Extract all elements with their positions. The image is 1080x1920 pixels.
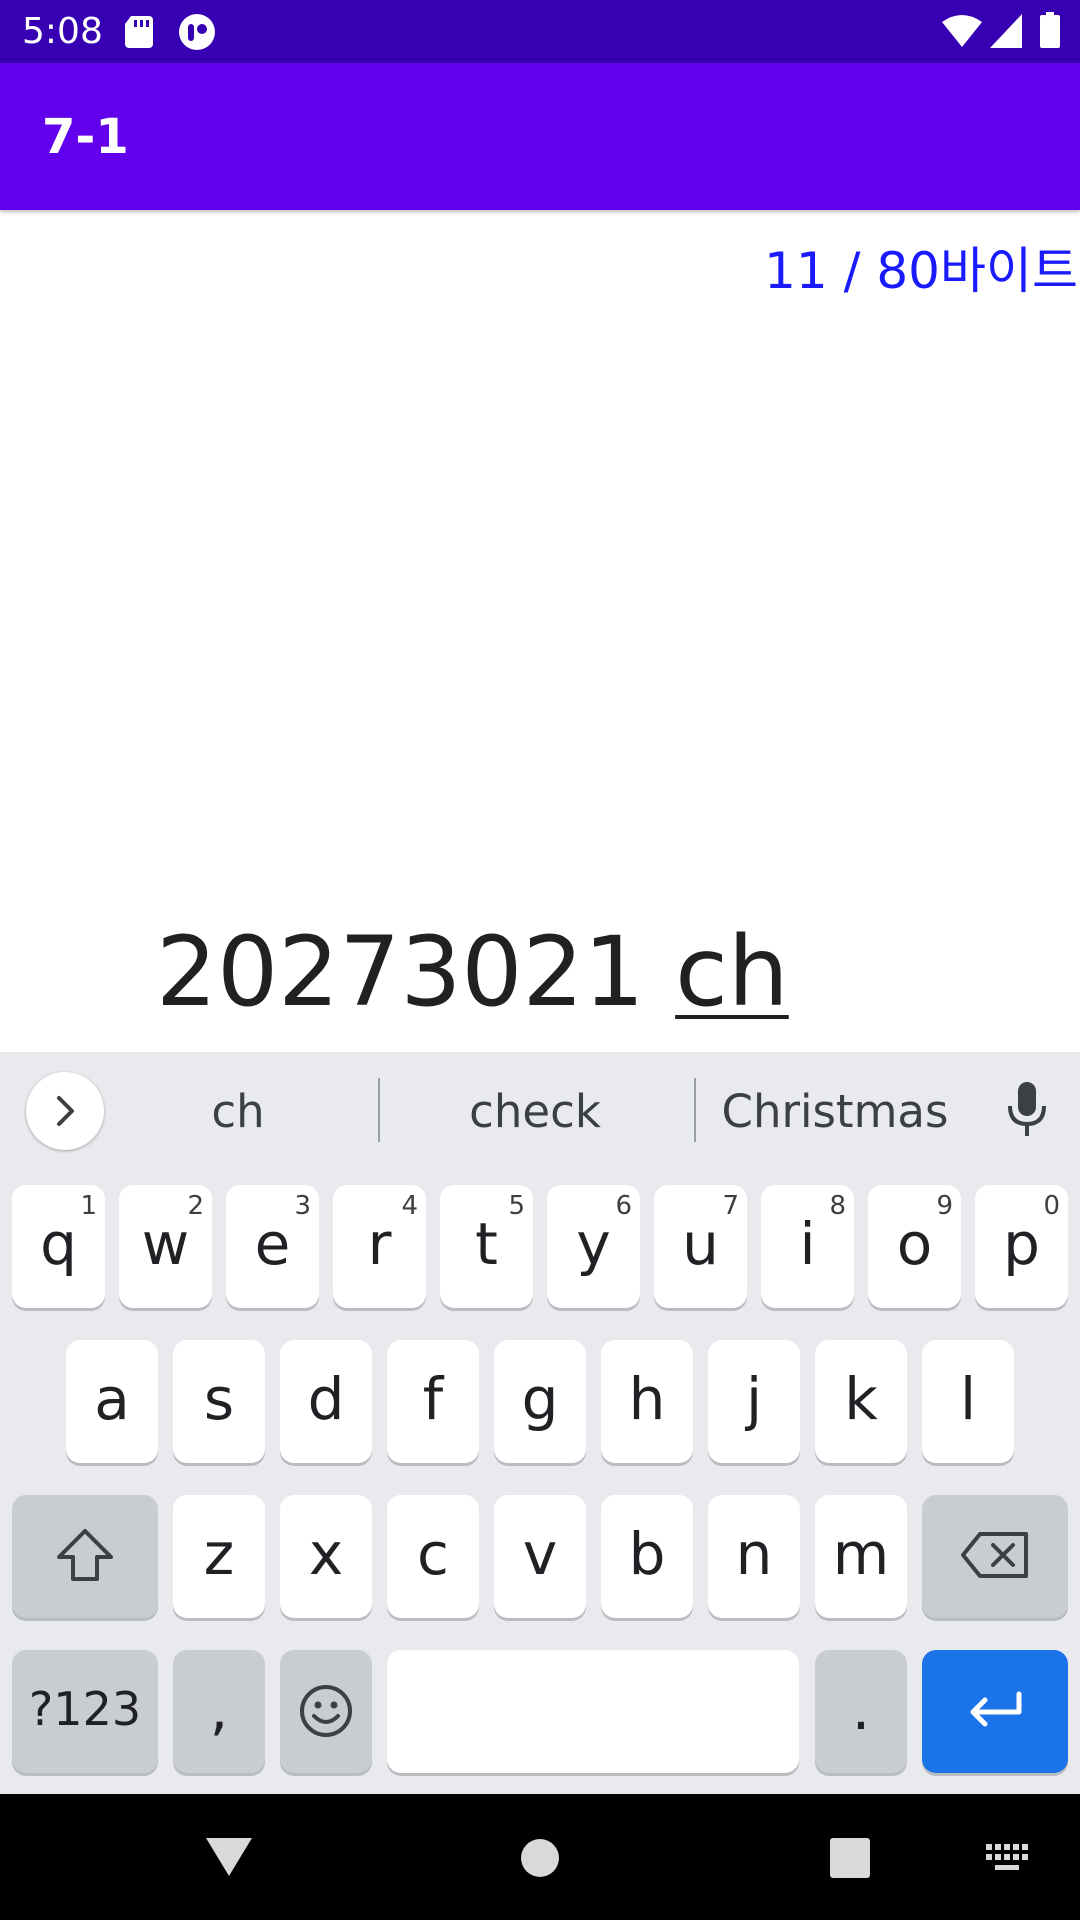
key-n[interactable]: n bbox=[708, 1495, 800, 1618]
key-t[interactable]: t5 bbox=[440, 1185, 533, 1308]
key-c[interactable]: c bbox=[387, 1495, 479, 1618]
key-hint: 8 bbox=[829, 1191, 846, 1221]
text-input[interactable]: 20273021 ch bbox=[156, 912, 789, 1032]
enter-key[interactable] bbox=[922, 1650, 1068, 1773]
key-z[interactable]: z bbox=[173, 1495, 265, 1618]
key-p[interactable]: p0 bbox=[975, 1185, 1068, 1308]
key-k[interactable]: k bbox=[815, 1340, 907, 1463]
keyboard-switch-icon[interactable] bbox=[986, 1844, 1030, 1872]
navigation-bar bbox=[0, 1794, 1080, 1920]
suggestion-divider bbox=[378, 1078, 380, 1142]
key-hint: 0 bbox=[1043, 1191, 1060, 1221]
key-q[interactable]: q1 bbox=[12, 1185, 105, 1308]
key-label: i bbox=[799, 1210, 816, 1278]
backspace-key[interactable] bbox=[922, 1495, 1068, 1618]
status-bar: 5:08 bbox=[0, 0, 1080, 63]
key-hint: 1 bbox=[80, 1191, 97, 1221]
key-a[interactable]: a bbox=[66, 1340, 158, 1463]
back-icon[interactable] bbox=[206, 1836, 252, 1878]
key-f[interactable]: f bbox=[387, 1340, 479, 1463]
key-label: u bbox=[682, 1210, 719, 1278]
comma-key[interactable]: , bbox=[173, 1650, 265, 1773]
battery-icon bbox=[1040, 12, 1060, 48]
key-label: p bbox=[1003, 1210, 1040, 1278]
key-o[interactable]: o9 bbox=[868, 1185, 961, 1308]
input-composing-text: ch bbox=[675, 916, 789, 1028]
app-notification-icon bbox=[179, 14, 215, 50]
input-committed-text: 20273021 bbox=[156, 916, 676, 1028]
space-key[interactable] bbox=[387, 1650, 799, 1773]
home-icon[interactable] bbox=[520, 1838, 560, 1878]
key-hint: 6 bbox=[615, 1191, 632, 1221]
key-b[interactable]: b bbox=[601, 1495, 693, 1618]
symbols-key[interactable]: ?123 bbox=[12, 1650, 158, 1773]
suggestion-3[interactable]: Christmas bbox=[712, 1082, 958, 1142]
mic-icon[interactable] bbox=[1006, 1082, 1048, 1138]
key-l[interactable]: l bbox=[922, 1340, 1014, 1463]
key-hint: 4 bbox=[401, 1191, 418, 1221]
key-label: t bbox=[475, 1210, 498, 1278]
signal-icon bbox=[990, 14, 1022, 48]
shift-icon bbox=[57, 1529, 113, 1581]
chevron-right-icon bbox=[57, 1096, 74, 1126]
key-label: e bbox=[254, 1210, 291, 1278]
soft-keyboard: ch check Christmas q1 w2 e3 r4 t5 y6 u7 … bbox=[0, 1052, 1080, 1794]
key-hint: 2 bbox=[187, 1191, 204, 1221]
key-d[interactable]: d bbox=[280, 1340, 372, 1463]
app-bar: 7-1 bbox=[0, 63, 1080, 210]
key-i[interactable]: i8 bbox=[761, 1185, 854, 1308]
emoji-icon bbox=[300, 1685, 352, 1737]
key-label: q bbox=[40, 1210, 77, 1278]
suggestion-2[interactable]: check bbox=[410, 1082, 660, 1142]
key-label: o bbox=[896, 1210, 933, 1278]
key-label: w bbox=[141, 1210, 190, 1278]
key-e[interactable]: e3 bbox=[226, 1185, 319, 1308]
recents-icon[interactable] bbox=[830, 1838, 870, 1878]
sd-card-icon bbox=[125, 16, 153, 48]
backspace-icon bbox=[961, 1532, 1028, 1578]
key-label: r bbox=[367, 1210, 392, 1278]
key-j[interactable]: j bbox=[708, 1340, 800, 1463]
key-r[interactable]: r4 bbox=[333, 1185, 426, 1308]
key-x[interactable]: x bbox=[280, 1495, 372, 1618]
shift-key[interactable] bbox=[12, 1495, 158, 1618]
key-v[interactable]: v bbox=[494, 1495, 586, 1618]
suggestion-1[interactable]: ch bbox=[130, 1082, 346, 1142]
key-y[interactable]: y6 bbox=[547, 1185, 640, 1308]
app-title: 7-1 bbox=[42, 109, 129, 165]
enter-icon bbox=[970, 1691, 1022, 1727]
status-time: 5:08 bbox=[22, 11, 103, 52]
key-m[interactable]: m bbox=[815, 1495, 907, 1618]
wifi-icon bbox=[942, 15, 982, 47]
key-hint: 9 bbox=[936, 1191, 953, 1221]
key-s[interactable]: s bbox=[173, 1340, 265, 1463]
key-hint: 7 bbox=[722, 1191, 739, 1221]
emoji-key[interactable] bbox=[280, 1650, 372, 1773]
key-u[interactable]: u7 bbox=[654, 1185, 747, 1308]
suggestions-expand-button[interactable] bbox=[26, 1072, 104, 1150]
byte-counter: 11 / 80바이트 bbox=[764, 242, 1078, 300]
period-key[interactable]: . bbox=[815, 1650, 907, 1773]
key-label: y bbox=[576, 1210, 611, 1278]
key-hint: 3 bbox=[294, 1191, 311, 1221]
key-g[interactable]: g bbox=[494, 1340, 586, 1463]
suggestion-divider bbox=[694, 1078, 696, 1142]
key-w[interactable]: w2 bbox=[119, 1185, 212, 1308]
key-hint: 5 bbox=[508, 1191, 525, 1221]
key-h[interactable]: h bbox=[601, 1340, 693, 1463]
